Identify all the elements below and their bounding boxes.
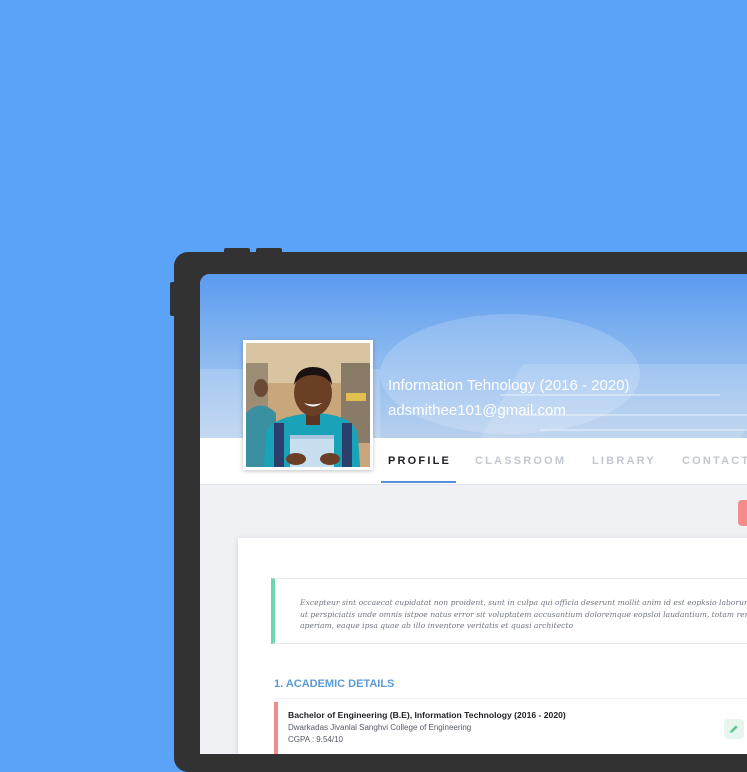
- profile-card: Excepteur sint occaecat cupidatat non pr…: [238, 538, 747, 754]
- about-quote: Excepteur sint occaecat cupidatat non pr…: [271, 578, 747, 644]
- banner-decoration: [540, 429, 747, 431]
- program-title: Information Tehnology (2016 - 2020): [388, 377, 630, 394]
- device-button: [224, 248, 250, 254]
- tab-profile[interactable]: PROFILE: [388, 455, 451, 467]
- email-address: adsmithee101@gmail.com: [388, 402, 566, 419]
- cgpa-value: CGPA : 9.54/10: [288, 735, 343, 744]
- tab-library[interactable]: LIBRARY: [592, 455, 656, 467]
- about-text: Excepteur sint occaecat cupidatat non pr…: [300, 598, 747, 630]
- avatar: [243, 340, 373, 470]
- active-tab-indicator: [381, 481, 456, 483]
- device-side-button: [170, 282, 176, 316]
- app-screen: Information Tehnology (2016 - 2020) adsm…: [200, 274, 747, 754]
- edit-button[interactable]: [724, 719, 744, 739]
- device-button: [256, 248, 282, 254]
- section-title-academic: 1. ACADEMIC DETAILS: [274, 678, 395, 690]
- section-divider: [274, 698, 747, 699]
- banner-decoration: [500, 394, 720, 396]
- tab-contact[interactable]: CONTACT: [682, 455, 747, 467]
- student-photo-icon: [246, 343, 370, 467]
- pencil-icon: [730, 725, 738, 733]
- action-button[interactable]: [738, 500, 747, 526]
- academic-entry: Bachelor of Engineering (B.E), Informati…: [274, 702, 747, 754]
- institution-name: Dwarkadas Jivanlal Sanghvi College of En…: [288, 723, 472, 732]
- degree-title: Bachelor of Engineering (B.E), Informati…: [288, 710, 566, 720]
- tab-classroom[interactable]: CLASSROOM: [475, 455, 566, 467]
